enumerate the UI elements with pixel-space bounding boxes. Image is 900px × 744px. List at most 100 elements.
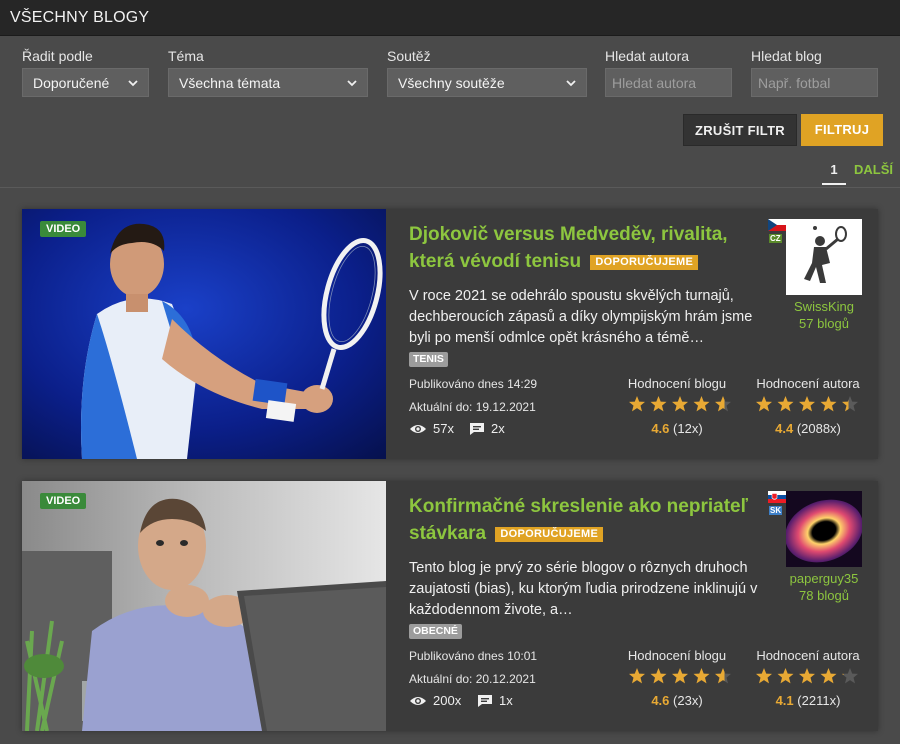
next-page-link[interactable]: DALŠÍ — [854, 162, 893, 177]
video-badge: VIDEO — [40, 493, 87, 509]
author-rating-score: 4.1 — [775, 693, 794, 708]
blog-rating-score: 4.6 — [651, 693, 670, 708]
chevron-down-icon — [566, 80, 576, 87]
star-icon — [756, 668, 772, 684]
author-name[interactable]: SwissKing — [774, 298, 874, 315]
category-tag[interactable]: TENIS — [409, 352, 448, 367]
comments-value: 2x — [491, 421, 505, 436]
sort-select-value: Doporučené — [33, 75, 110, 91]
topic-select-value: Všechna témata — [179, 75, 281, 91]
clear-filter-button[interactable]: ZRUŠIT FILTR — [683, 114, 797, 146]
star-icon — [693, 396, 710, 412]
star-icon — [629, 668, 645, 684]
author-rating-count: (2088x) — [796, 421, 841, 436]
competition-select[interactable]: Všechny soutěže — [387, 68, 587, 97]
competition-label: Soutěž — [387, 48, 431, 64]
page-header: VŠECHNY BLOGY — [0, 0, 900, 36]
author-search-label: Hledat autora — [605, 48, 690, 64]
eye-icon — [410, 424, 426, 433]
category-tag[interactable]: OBECNÉ — [409, 624, 462, 639]
published-date: Publikováno dnes 10:01 — [409, 649, 538, 663]
star-icon — [842, 396, 858, 412]
star-icon — [650, 396, 667, 412]
comment-icon — [470, 422, 484, 435]
tennis-silhouette-image — [786, 219, 862, 295]
star-icon — [756, 396, 772, 412]
filter-button[interactable]: FILTRUJ — [801, 114, 883, 146]
author-rating-stars — [756, 668, 858, 684]
chevron-down-icon — [347, 80, 357, 87]
sort-label: Řadit podle — [22, 48, 93, 64]
star-icon — [777, 396, 794, 412]
country-code: SK — [769, 506, 783, 515]
recommended-badge: DOPORUČUJEME — [590, 255, 699, 270]
slovak-flag-icon — [768, 491, 786, 503]
author-rating-value: 4.1 (2211x) — [753, 693, 863, 708]
star-icon — [715, 668, 731, 684]
author-search-input[interactable]: Hledat autora — [605, 68, 732, 97]
valid-until-date: Aktuální do: 19.12.2021 — [409, 400, 536, 414]
published-date: Publikováno dnes 14:29 — [409, 377, 538, 391]
page-1-link[interactable]: 1 — [822, 162, 846, 185]
blog-excerpt: V roce 2021 se odehrálo spoustu skvělých… — [409, 288, 753, 346]
blog-title[interactable]: Konfirmačné skreslenie ako nepriateľ stá… — [409, 493, 761, 547]
topic-label: Téma — [168, 48, 204, 64]
author-name[interactable]: paperguy35 — [774, 570, 874, 587]
star-icon — [799, 396, 815, 412]
star-icon — [672, 396, 688, 412]
worried-man-image — [22, 481, 386, 731]
author-avatar[interactable] — [786, 491, 862, 567]
page-title: VŠECHNY BLOGY — [10, 9, 150, 26]
comment-icon — [478, 694, 492, 707]
blog-card[interactable]: VIDEO Djokovič versus Medveděv, rivalita… — [22, 209, 878, 459]
blog-title[interactable]: Djokovič versus Medveděv, rivalita, kter… — [409, 221, 761, 275]
blog-rating-value: 4.6 (12x) — [627, 421, 727, 436]
star-icon — [715, 396, 731, 412]
competition-select-value: Všechny soutěže — [398, 75, 505, 91]
star-icon — [820, 396, 837, 412]
author-rating-score: 4.4 — [775, 421, 794, 436]
author-blog-count: 78 blogů — [799, 588, 849, 603]
blog-thumbnail[interactable] — [22, 481, 386, 731]
comments-count[interactable]: 1x — [477, 693, 513, 708]
star-icon — [777, 668, 794, 684]
comments-value: 1x — [499, 693, 513, 708]
star-icon — [650, 668, 667, 684]
blog-search-input[interactable]: Např. fotbal — [751, 68, 878, 97]
blog-excerpt: Tento blog je prvý zo série blogov o rôz… — [409, 560, 758, 618]
blog-rating-count: (23x) — [673, 693, 703, 708]
chevron-down-icon — [128, 80, 138, 87]
star-icon — [820, 668, 837, 684]
author-avatar[interactable] — [786, 219, 862, 295]
author-rating-stars — [756, 396, 858, 412]
blog-search-label: Hledat blog — [751, 48, 822, 64]
topic-select[interactable]: Všechna témata — [168, 68, 368, 97]
country-code: CZ — [769, 234, 782, 243]
blog-thumbnail[interactable] — [22, 209, 386, 459]
views-value: 57x — [433, 421, 454, 436]
star-icon — [693, 668, 710, 684]
author-rating-label: Hodnocení autora — [756, 376, 860, 391]
comments-count[interactable]: 2x — [469, 421, 505, 436]
author-blog-count: 57 blogů — [799, 316, 849, 331]
sort-select[interactable]: Doporučené — [22, 68, 149, 97]
blog-rating-label: Hodnocení blogu — [627, 648, 727, 663]
blog-rating-label: Hodnocení blogu — [627, 376, 727, 391]
eye-icon — [410, 696, 426, 705]
author-rating-value: 4.4 (2088x) — [753, 421, 863, 436]
star-icon — [672, 668, 688, 684]
views-count: 200x — [409, 693, 461, 708]
recommended-badge: DOPORUČUJEME — [495, 527, 604, 542]
tennis-player-image — [22, 209, 386, 459]
divider — [0, 187, 900, 188]
blog-rating-stars — [629, 668, 731, 684]
valid-until-date: Aktuální do: 20.12.2021 — [409, 672, 536, 686]
blog-card[interactable]: VIDEO Konfirmačné skreslenie ako nepriat… — [22, 481, 878, 731]
blog-rating-count: (12x) — [673, 421, 703, 436]
star-icon — [842, 668, 858, 684]
blog-rating-value: 4.6 (23x) — [627, 693, 727, 708]
star-icon — [629, 396, 645, 412]
star-icon — [799, 668, 815, 684]
czech-flag-icon — [768, 219, 786, 231]
views-value: 200x — [433, 693, 462, 708]
